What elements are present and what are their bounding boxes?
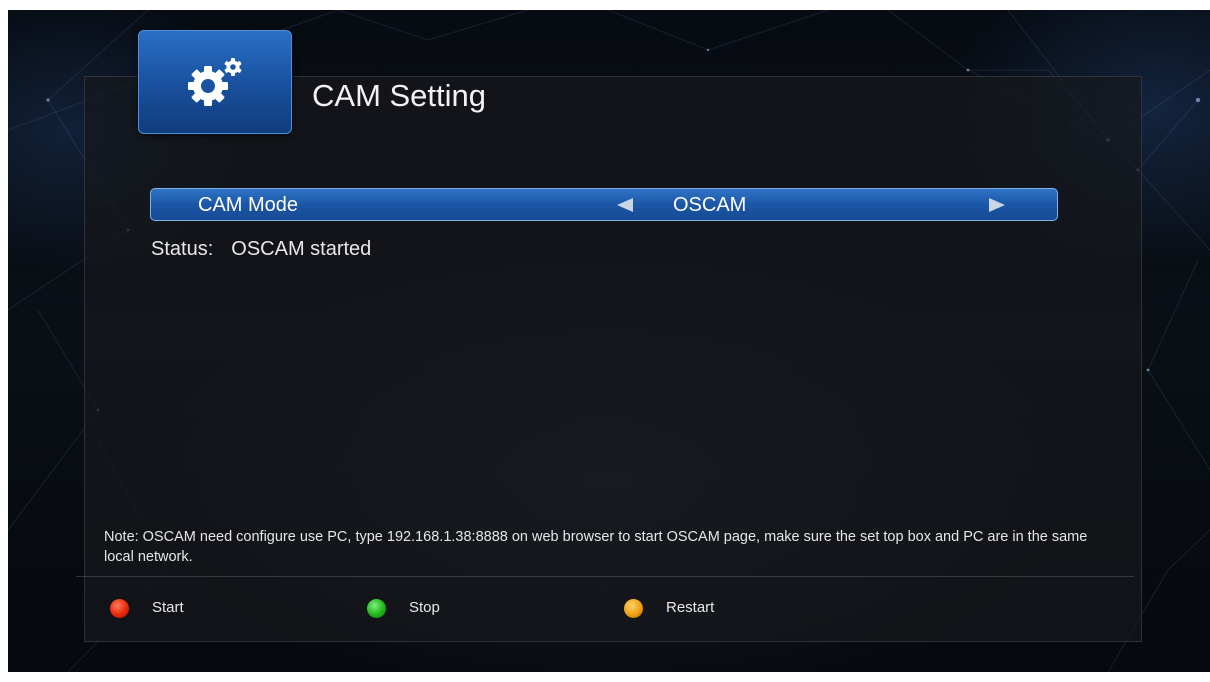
status-row: Status: OSCAM started: [151, 237, 371, 261]
note-text: Note: OSCAM need configure use PC, type …: [104, 529, 1088, 565]
cam-mode-selector[interactable]: CAM Mode OSCAM: [150, 188, 1058, 221]
status-value: OSCAM started: [231, 238, 372, 260]
settings-icon-tile: [138, 30, 292, 134]
cam-mode-label: CAM Mode: [198, 194, 299, 216]
green-key-icon: [367, 599, 386, 618]
restart-key-label: Restart: [666, 599, 715, 616]
arrow-right-icon[interactable]: [989, 198, 1005, 212]
page-title: CAM Setting: [312, 78, 487, 113]
stop-key-label: Stop: [409, 599, 440, 616]
red-key-icon: [110, 599, 129, 618]
yellow-key-icon: [624, 599, 643, 618]
cam-mode-value: OSCAM: [673, 194, 747, 216]
start-key-label: Start: [152, 599, 184, 616]
color-key-bar: Start Stop Restart: [76, 576, 1134, 632]
status-label: Status:: [151, 238, 214, 260]
arrow-left-icon[interactable]: [617, 198, 633, 212]
gears-icon: [188, 58, 242, 106]
